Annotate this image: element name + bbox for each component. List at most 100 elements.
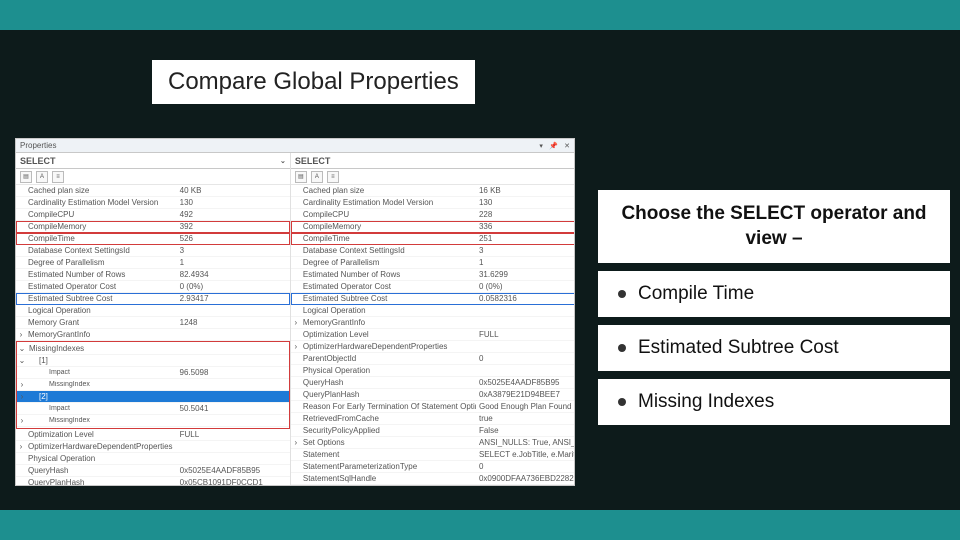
property-key: Physical Operation [26, 454, 177, 463]
property-key: Reason For Early Termination Of Statemen… [301, 402, 476, 411]
property-row[interactable]: QueryHash0x5025E4AADF85B95 [16, 465, 290, 477]
property-row[interactable]: ›OptimizerHardwareDependentProperties [16, 441, 290, 453]
property-row[interactable]: ›MemoryGrantInfo [16, 329, 290, 341]
property-key: [1] [27, 356, 177, 365]
property-value: 3 [476, 246, 575, 255]
property-row[interactable]: Degree of Parallelism1 [291, 257, 575, 269]
property-key: OptimizerHardwareDependentProperties [26, 442, 177, 451]
property-row[interactable]: QueryPlanHash0x05CB1091DF0CCD1 [16, 477, 290, 485]
left-column: SELECT ⌄ ▤ A ≡ Cached plan size40 KBCard… [16, 153, 291, 485]
categorize-icon[interactable]: ▤ [20, 171, 32, 183]
property-key: Optimization Level [301, 330, 476, 339]
property-key: MissingIndexes [27, 344, 177, 353]
property-row[interactable]: CompileCPU492 [16, 209, 290, 221]
property-row[interactable]: ›MissingIndex [17, 415, 289, 427]
property-row[interactable]: Degree of Parallelism1 [16, 257, 290, 269]
property-row[interactable]: CompileTime251 [291, 233, 575, 245]
property-row[interactable]: Estimated Subtree Cost0.0582316 [291, 293, 575, 305]
property-key: SecurityPolicyApplied [301, 426, 476, 435]
property-row[interactable]: Impact96.5098 [17, 367, 289, 379]
alpha-icon[interactable]: A [36, 171, 48, 183]
panel-window-controls[interactable]: ▾ 📌 ✕ [535, 141, 570, 150]
property-key: Cached plan size [301, 186, 476, 195]
property-row[interactable]: CompileTime526 [16, 233, 290, 245]
expand-icon[interactable]: › [17, 380, 27, 389]
property-row[interactable]: Cardinality Estimation Model Version130 [16, 197, 290, 209]
property-row[interactable]: StatementParameterizationType0 [291, 461, 575, 473]
expand-icon[interactable]: ⌄ [17, 356, 27, 365]
left-operator-selector[interactable]: SELECT ⌄ [16, 153, 290, 169]
expand-icon[interactable]: ⌄ [17, 344, 27, 353]
property-row[interactable]: Logical Operation [16, 305, 290, 317]
property-row[interactable]: Estimated Operator Cost0 (0%) [16, 281, 290, 293]
property-key: [2] [27, 392, 177, 401]
categorize-icon[interactable]: ▤ [295, 171, 307, 183]
property-row[interactable]: Database Context SettingsId3 [291, 245, 575, 257]
property-key: QueryHash [301, 378, 476, 387]
property-row[interactable]: Estimated Number of Rows82.4934 [16, 269, 290, 281]
property-row[interactable]: StatementSELECT e.JobTitle, e.MaritalSta… [291, 449, 575, 461]
property-row[interactable]: ›OptimizerHardwareDependentProperties [291, 341, 575, 353]
property-value: 0 (0%) [177, 282, 290, 291]
right-property-grid[interactable]: Cached plan size16 KBCardinality Estimat… [291, 185, 575, 485]
property-row[interactable]: Estimated Number of Rows31.6299 [291, 269, 575, 281]
property-row[interactable]: ⌄[1] [17, 355, 289, 367]
property-row[interactable]: ⌄MissingIndexes [17, 343, 289, 355]
pin-icon[interactable]: ▾ [539, 143, 543, 150]
property-row[interactable]: Database Context SettingsId3 [16, 245, 290, 257]
alpha-icon[interactable]: A [311, 171, 323, 183]
property-row[interactable]: Cached plan size40 KB [16, 185, 290, 197]
right-operator-selector[interactable]: SELECT ⌄ [291, 153, 575, 169]
property-row[interactable]: Optimization LevelFULL [291, 329, 575, 341]
expand-icon[interactable]: › [17, 392, 27, 401]
property-row[interactable]: StatementSqlHandle0x0900DFAA736EBD22826B… [291, 473, 575, 485]
expand-icon[interactable]: › [291, 438, 301, 447]
property-row[interactable]: SecurityPolicyAppliedFalse [291, 425, 575, 437]
property-row[interactable]: Physical Operation [291, 365, 575, 377]
property-key: Logical Operation [26, 306, 177, 315]
property-row[interactable]: Estimated Subtree Cost2.93417 [16, 293, 290, 305]
property-row[interactable]: Cached plan size16 KB [291, 185, 575, 197]
property-key: Cardinality Estimation Model Version [26, 198, 177, 207]
property-key: Statement [301, 450, 476, 459]
property-row[interactable]: Optimization LevelFULL [16, 429, 290, 441]
property-value: 1 [177, 258, 290, 267]
close-icon[interactable]: ✕ [564, 143, 570, 150]
expand-icon[interactable]: › [16, 442, 26, 451]
prop-icon[interactable]: ≡ [52, 171, 64, 183]
property-row[interactable]: QueryPlanHash0xA3879E21D94BEE7 [291, 389, 575, 401]
property-row[interactable]: Logical Operation [291, 305, 575, 317]
property-row[interactable]: CompileMemory392 [16, 221, 290, 233]
property-row[interactable]: Impact50.5041 [17, 403, 289, 415]
left-toolbar: ▤ A ≡ [16, 169, 290, 185]
prop-icon[interactable]: ≡ [327, 171, 339, 183]
property-row[interactable]: ParentObjectId0 [291, 353, 575, 365]
property-row[interactable]: QueryHash0x5025E4AADF85B95 [291, 377, 575, 389]
expand-icon[interactable]: › [16, 330, 26, 339]
property-key: Estimated Operator Cost [301, 282, 476, 291]
expand-icon[interactable]: › [291, 318, 301, 327]
property-row[interactable]: CompileMemory336 [291, 221, 575, 233]
property-row[interactable]: ›[2] [17, 391, 289, 403]
property-row[interactable]: ›MemoryGrantInfo [291, 317, 575, 329]
property-row[interactable]: ›Set OptionsANSI_NULLS: True, ANSI_PADDI… [291, 437, 575, 449]
expand-icon[interactable]: › [17, 416, 27, 425]
callout-heading: Choose the SELECT operator and view – [598, 190, 950, 263]
property-row[interactable]: Memory Grant1248 [16, 317, 290, 329]
property-value: 526 [177, 234, 290, 243]
expand-icon[interactable]: › [291, 342, 301, 351]
autohide-icon[interactable]: 📌 [549, 143, 558, 150]
property-value: 0xA3879E21D94BEE7 [476, 390, 575, 399]
chevron-down-icon: ⌄ [280, 157, 286, 165]
property-row[interactable]: Reason For Early Termination Of Statemen… [291, 401, 575, 413]
property-row[interactable]: CompileCPU228 [291, 209, 575, 221]
property-value: 2.93417 [177, 294, 290, 303]
property-row[interactable]: ›MissingIndex [17, 379, 289, 391]
property-row[interactable]: Physical Operation [16, 453, 290, 465]
left-property-grid[interactable]: Cached plan size40 KBCardinality Estimat… [16, 185, 290, 485]
property-value: 0x5025E4AADF85B95 [177, 466, 290, 475]
property-value: 1 [476, 258, 575, 267]
property-row[interactable]: Estimated Operator Cost0 (0%) [291, 281, 575, 293]
property-row[interactable]: Cardinality Estimation Model Version130 [291, 197, 575, 209]
property-row[interactable]: RetrievedFromCachetrue [291, 413, 575, 425]
